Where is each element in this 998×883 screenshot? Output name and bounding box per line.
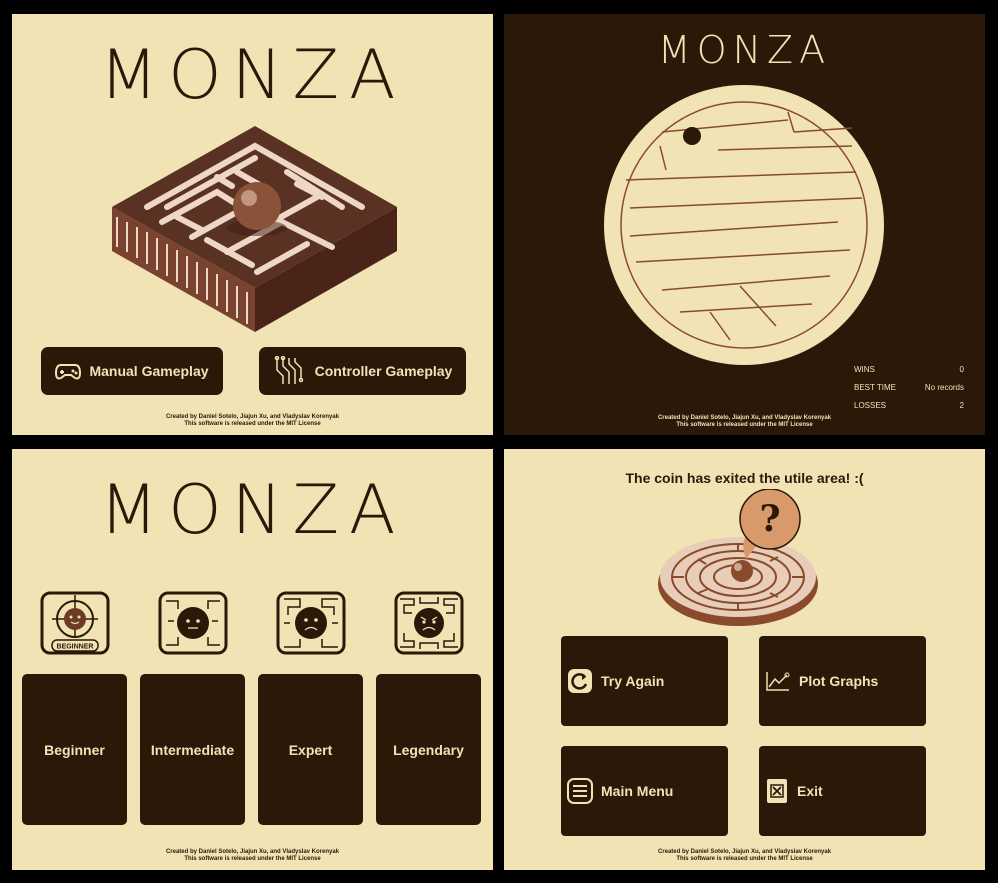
- credits: Created by Daniel Sotelo, Jiajun Xu, and…: [12, 849, 493, 863]
- credits-authors: Created by Daniel Sotelo, Jiajun Xu, and…: [657, 849, 832, 855]
- gamepad-icon: [55, 361, 82, 381]
- legendary-level-button[interactable]: Legendary: [376, 674, 481, 825]
- manual-gameplay-label: Manual Gameplay: [89, 363, 209, 379]
- stat-label: WINS: [854, 364, 875, 374]
- beginner-face-icon: BEGINNER: [40, 591, 110, 655]
- credits: Created by Daniel Sotelo, Jiajun Xu, and…: [504, 849, 985, 863]
- line-chart-icon: [765, 670, 791, 692]
- try-again-label: Try Again: [601, 673, 665, 689]
- credits-authors: Created by Daniel Sotelo, Jiajun Xu, and…: [165, 849, 340, 855]
- credits: Created by Daniel Sotelo, Jiajun Xu, and…: [12, 414, 493, 428]
- exit-label: Exit: [797, 783, 823, 799]
- legendary-face-icon: [394, 591, 464, 655]
- maze-3d-illustration: [112, 126, 397, 332]
- intermediate-level-button[interactable]: Intermediate: [140, 674, 245, 825]
- question-mark: ?: [759, 498, 780, 540]
- circular-maze-illustration: ?: [658, 489, 818, 626]
- expert-level-button[interactable]: Expert: [258, 674, 363, 825]
- credits-authors: Created by Daniel Sotelo, Jiajun Xu, and…: [657, 415, 832, 421]
- circuit-icon: [273, 356, 307, 386]
- main-menu-button[interactable]: Main Menu: [561, 746, 728, 836]
- app-logo: MONZA: [99, 36, 406, 115]
- stat-value: No records: [924, 382, 964, 392]
- intermediate-level-label: Intermediate: [150, 741, 235, 758]
- close-icon: [765, 778, 789, 804]
- stat-value: 2: [959, 400, 964, 410]
- game-over-screen: The coin has exited the utile area! :( ?…: [504, 449, 985, 870]
- credits-license: This software is released under the MIT …: [676, 422, 813, 428]
- game-over-message: The coin has exited the utile area! :(: [625, 470, 864, 486]
- manual-gameplay-button[interactable]: Manual Gameplay: [41, 347, 223, 395]
- controller-gameplay-label: Controller Gameplay: [314, 363, 453, 379]
- beginner-level-label: Beginner: [44, 741, 105, 758]
- exit-button[interactable]: Exit: [759, 746, 926, 836]
- intermediate-face-icon: [158, 591, 228, 655]
- maze-board[interactable]: [600, 80, 888, 370]
- coin-ball: [683, 127, 701, 145]
- plot-graphs-button[interactable]: Plot Graphs: [759, 636, 926, 726]
- stat-wins: WINS 0: [854, 360, 964, 378]
- main-menu-screen: MONZA Manual Gameplay Controller Gamepla…: [12, 14, 493, 435]
- main-menu-label: Main Menu: [601, 783, 674, 799]
- expert-face-icon: [276, 591, 346, 655]
- stat-best-time: BEST TIME No records: [854, 378, 964, 396]
- credits: Created by Daniel Sotelo, Jiajun Xu, and…: [504, 415, 985, 429]
- beginner-level-button[interactable]: Beginner: [22, 674, 127, 825]
- stat-label: LOSSES: [854, 400, 887, 410]
- app-logo: MONZA: [99, 471, 406, 550]
- menu-icon: [567, 778, 593, 804]
- credits-license: This software is released under the MIT …: [676, 856, 813, 862]
- credits-license: This software is released under the MIT …: [184, 421, 321, 427]
- app-logo: MONZA: [657, 28, 832, 72]
- legendary-level-label: Legendary: [393, 741, 464, 758]
- controller-gameplay-button[interactable]: Controller Gameplay: [259, 347, 466, 395]
- beginner-badge-label: BEGINNER: [57, 644, 94, 651]
- stat-label: BEST TIME: [854, 382, 896, 392]
- plot-graphs-label: Plot Graphs: [799, 673, 879, 689]
- try-again-button[interactable]: Try Again: [561, 636, 728, 726]
- credits-authors: Created by Daniel Sotelo, Jiajun Xu, and…: [165, 414, 340, 420]
- refresh-icon: [567, 668, 593, 694]
- difficulty-screen: MONZA BEGINNER Beginner Intermediate Exp…: [12, 449, 493, 870]
- stat-losses: LOSSES 2: [854, 396, 964, 414]
- stat-value: 0: [959, 364, 964, 374]
- gameplay-screen: MONZA WINS 0 BEST TIME No records LOSSES…: [504, 14, 985, 435]
- game-stats: WINS 0 BEST TIME No records LOSSES 2: [854, 360, 964, 414]
- expert-level-label: Expert: [288, 741, 333, 758]
- credits-license: This software is released under the MIT …: [184, 856, 321, 862]
